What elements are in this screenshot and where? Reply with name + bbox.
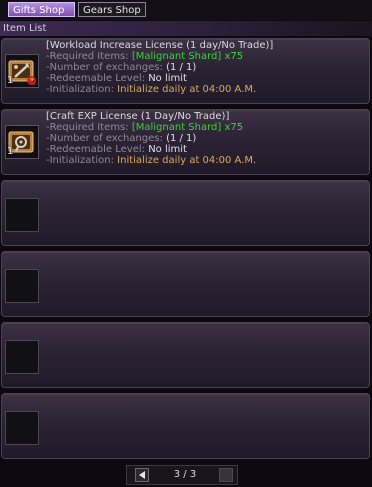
empty-item-row bbox=[1, 393, 370, 459]
tab-gears-shop[interactable]: Gears Shop bbox=[78, 2, 146, 17]
required-items-value: [Malignant Shard] x75 bbox=[131, 51, 244, 62]
redeemable-level-label: -Redeemable Level: bbox=[46, 73, 146, 84]
no-trade-icon bbox=[27, 76, 36, 85]
redeemable-level-value: No limit bbox=[148, 144, 187, 155]
exchanges-value: (1 / 1) bbox=[166, 133, 197, 144]
item-quantity: 1 bbox=[7, 146, 14, 157]
exchanges-label: -Number of exchanges: bbox=[46, 62, 163, 73]
empty-item-row bbox=[1, 251, 370, 317]
item-title: [Craft EXP License (1 Day/No Trade)] bbox=[46, 111, 230, 122]
exchanges-value: (1 / 1) bbox=[166, 62, 197, 73]
empty-item-row bbox=[1, 322, 370, 388]
next-page-button[interactable] bbox=[219, 468, 233, 482]
empty-item-slot bbox=[5, 411, 39, 445]
initialization-label: -Initialization: bbox=[46, 155, 114, 166]
empty-item-slot bbox=[5, 340, 39, 374]
empty-item-slot bbox=[5, 269, 39, 303]
required-items-value: [Malignant Shard] x75 bbox=[131, 122, 244, 133]
item-slot[interactable]: 1 bbox=[5, 54, 39, 88]
redeemable-level-value: No limit bbox=[148, 73, 187, 84]
empty-item-slot bbox=[5, 198, 39, 232]
initialization-label: -Initialization: bbox=[46, 84, 114, 95]
pagination: 3 / 3 bbox=[126, 465, 238, 485]
tab-gifts-shop[interactable]: Gifts Shop bbox=[8, 2, 75, 17]
redeemable-level-label: -Redeemable Level: bbox=[46, 144, 146, 155]
item-title: [Workload Increase License (1 day/No Tra… bbox=[46, 40, 274, 51]
initialization-value: Initialize daily at 04:00 A.M. bbox=[117, 155, 257, 166]
shop-tabs: Gifts Shop Gears Shop bbox=[0, 0, 372, 20]
page-indicator: 3 / 3 bbox=[173, 469, 197, 480]
item-row-workload-license[interactable]: 1 [Workload Increase License (1 day/No T… bbox=[1, 38, 370, 104]
required-items-label: -Required Items: bbox=[46, 122, 129, 133]
item-row-craft-exp-license[interactable]: 1 [Craft EXP License (1 Day/No Trade)] -… bbox=[1, 109, 370, 175]
item-slot[interactable]: 1 bbox=[5, 125, 39, 159]
item-quantity: 1 bbox=[7, 75, 14, 86]
exchanges-label: -Number of exchanges: bbox=[46, 133, 163, 144]
empty-item-row bbox=[1, 180, 370, 246]
required-items-label: -Required Items: bbox=[46, 51, 129, 62]
initialization-value: Initialize daily at 04:00 A.M. bbox=[117, 84, 257, 95]
previous-page-button[interactable] bbox=[135, 468, 149, 482]
item-list-header: Item List bbox=[0, 21, 372, 36]
